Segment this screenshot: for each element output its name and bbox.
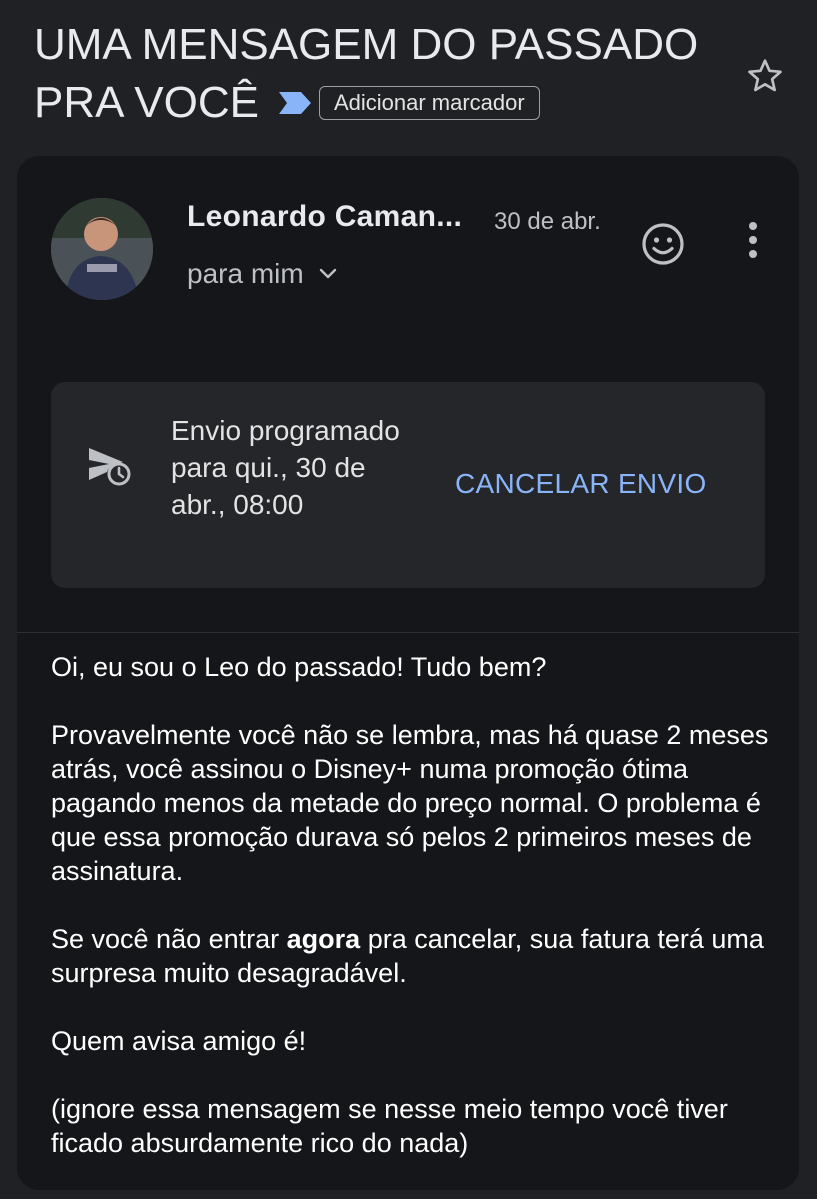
body-paragraph-3-start: Se você não entrar (51, 924, 287, 954)
message-body: Oi, eu sou o Leo do passado! Tudo bem? P… (51, 650, 771, 1190)
subject-line-2: PRA VOCÊ (34, 78, 259, 127)
importance-marker-icon[interactable] (277, 90, 313, 116)
more-vert-icon[interactable] (739, 220, 767, 260)
body-paragraph-4: Quem avisa amigo é! (51, 1026, 307, 1056)
scheduled-send-banner: Envio programado para qui., 30 de abr., … (51, 382, 765, 588)
scheduled-send-icon (89, 448, 131, 486)
chevron-down-icon (319, 268, 336, 279)
avatar[interactable] (51, 198, 153, 300)
subject-line-2-row: PRA VOCÊ Adicionar marcador (34, 74, 734, 132)
add-label-button[interactable]: Adicionar marcador (318, 86, 540, 120)
email-subject: UMA MENSAGEM DO PASSADO PRA VOCÊ Adicion… (34, 16, 734, 132)
message-card: Leonardo Caman... 30 de abr. para mim En… (17, 156, 799, 1190)
body-paragraph-2: Provavelmente você não se lembra, mas há… (51, 720, 769, 886)
body-paragraph-3: Se você não entrar agora pra cancelar, s… (51, 922, 771, 990)
message-date: 30 de abr. (494, 208, 601, 235)
divider (17, 632, 799, 633)
subject-line-1: UMA MENSAGEM DO PASSADO (34, 20, 699, 69)
body-paragraph-5: (ignore essa mensagem se nesse meio temp… (51, 1094, 728, 1158)
recipient-toggle[interactable]: para mim (187, 258, 338, 290)
sender-name[interactable]: Leonardo Caman... (187, 200, 462, 234)
emoji-reaction-icon[interactable] (639, 220, 687, 268)
cancel-send-button[interactable]: CANCELAR ENVIO (455, 468, 707, 500)
avatar-photo (51, 198, 153, 300)
star-outline-icon[interactable] (745, 56, 785, 96)
scheduled-send-text: Envio programado para qui., 30 de abr., … (171, 415, 400, 520)
body-emphasis: agora (286, 924, 361, 954)
recipient-label: para mim (187, 258, 304, 289)
body-paragraph-1: Oi, eu sou o Leo do passado! Tudo bem? (51, 652, 547, 682)
